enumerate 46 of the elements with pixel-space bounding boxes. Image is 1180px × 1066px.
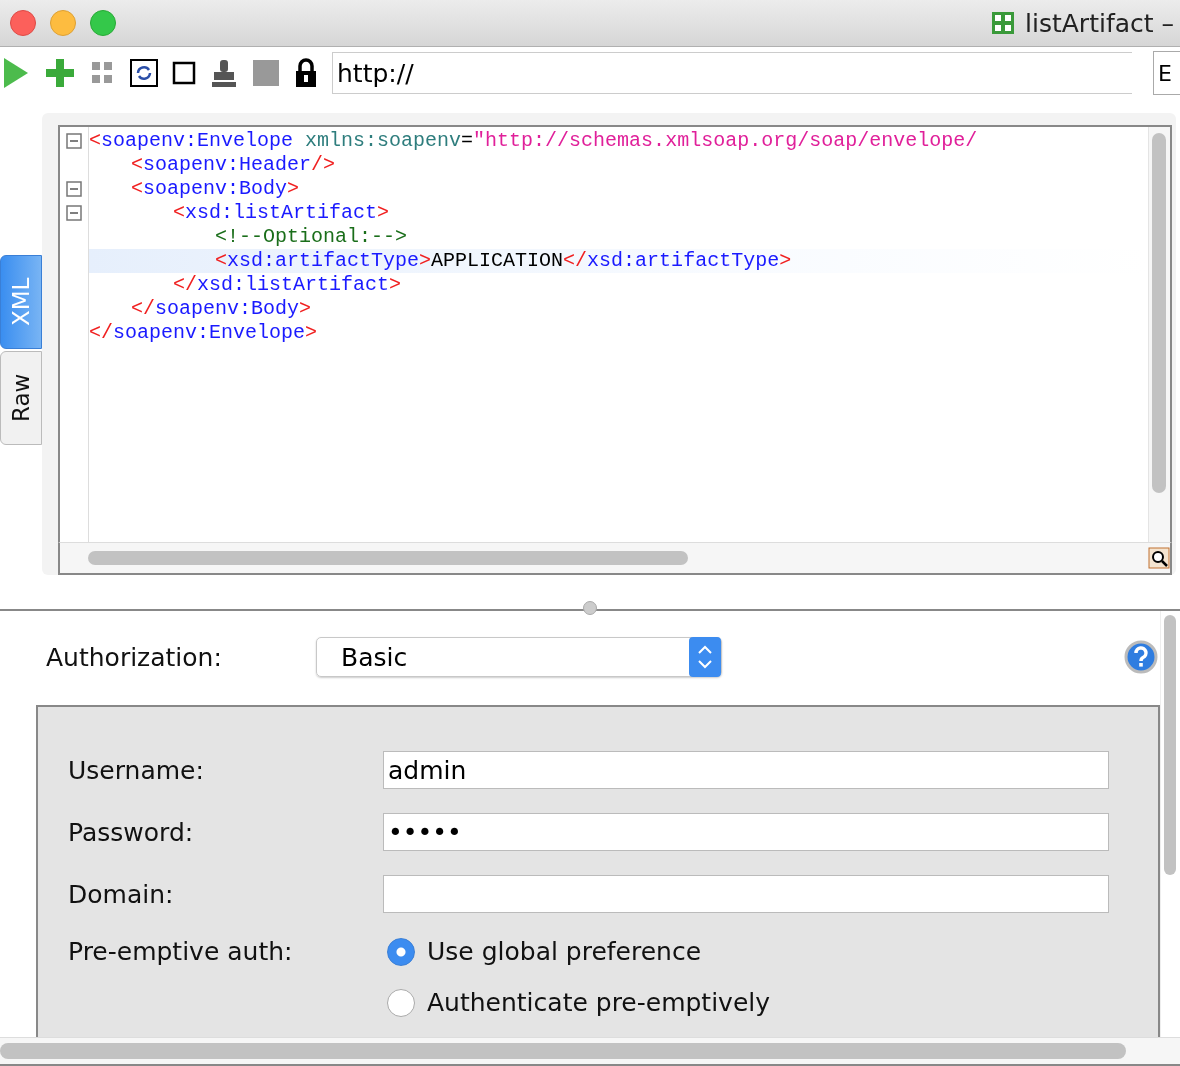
vertical-scrollbar[interactable] bbox=[1148, 127, 1170, 542]
maximize-button[interactable] bbox=[90, 10, 116, 36]
radio-label[interactable]: Authenticate pre-emptively bbox=[427, 988, 771, 1017]
splitter-handle[interactable] bbox=[583, 601, 597, 615]
code-line: <!--Optional:--> bbox=[214, 225, 408, 248]
plus-icon[interactable] bbox=[44, 57, 76, 89]
minimize-button[interactable] bbox=[50, 10, 76, 36]
editor-tab[interactable]: Raw bbox=[0, 351, 42, 445]
text-field[interactable] bbox=[383, 875, 1109, 913]
url-field[interactable]: http:// bbox=[332, 52, 1132, 94]
help-icon[interactable] bbox=[1124, 640, 1158, 674]
endpoint-field[interactable]: E bbox=[1153, 51, 1180, 95]
code-line: </soapenv:Body> bbox=[130, 297, 312, 320]
text-field[interactable]: ••••• bbox=[383, 813, 1109, 851]
field-label: Password: bbox=[68, 817, 195, 847]
square-icon[interactable] bbox=[172, 61, 196, 85]
code-line: <soapenv:Body> bbox=[130, 177, 300, 200]
collapse-icon[interactable] bbox=[66, 205, 82, 221]
code-line: <soapenv:Envelope xmlns:soapenv="http://schemas.xmlsoap.org/soap/envelope/ bbox=[89, 129, 978, 152]
authorization-select[interactable]: Basic bbox=[316, 637, 722, 677]
collapse-icon[interactable] bbox=[66, 133, 82, 149]
stepper-arrows-icon bbox=[689, 637, 721, 677]
app-icon bbox=[991, 11, 1016, 35]
zoom-icon[interactable] bbox=[1148, 547, 1170, 569]
text-field[interactable]: admin bbox=[383, 751, 1109, 789]
collapse-icon[interactable] bbox=[66, 181, 82, 197]
field-label: Domain: bbox=[68, 879, 175, 909]
refresh-icon[interactable] bbox=[130, 59, 158, 87]
radio-button[interactable] bbox=[387, 937, 415, 966]
authorization-label: Authorization: bbox=[46, 642, 223, 672]
play-icon[interactable] bbox=[2, 56, 30, 90]
code-line: <xsd:listArtifact> bbox=[172, 201, 390, 224]
close-button[interactable] bbox=[10, 10, 36, 36]
code-line: </xsd:listArtifact> bbox=[172, 273, 402, 296]
field-label: Pre-emptive auth: bbox=[68, 937, 294, 966]
stamp-icon[interactable] bbox=[210, 58, 238, 88]
radio-label[interactable]: Use global preference bbox=[427, 937, 702, 966]
lock-icon[interactable] bbox=[294, 58, 318, 88]
code-line: <soapenv:Header/> bbox=[130, 153, 336, 176]
field-label: Username: bbox=[68, 755, 205, 785]
filled-square-icon[interactable] bbox=[252, 59, 280, 87]
code-line: </soapenv:Envelope> bbox=[89, 321, 318, 344]
radio-button[interactable] bbox=[387, 988, 415, 1017]
window-title: listArtifact – bbox=[1025, 8, 1174, 38]
code-line: <xsd:artifactType>APPLICATION</xsd:artifactType> bbox=[214, 249, 792, 272]
horizontal-scrollbar[interactable] bbox=[0, 1037, 1180, 1066]
